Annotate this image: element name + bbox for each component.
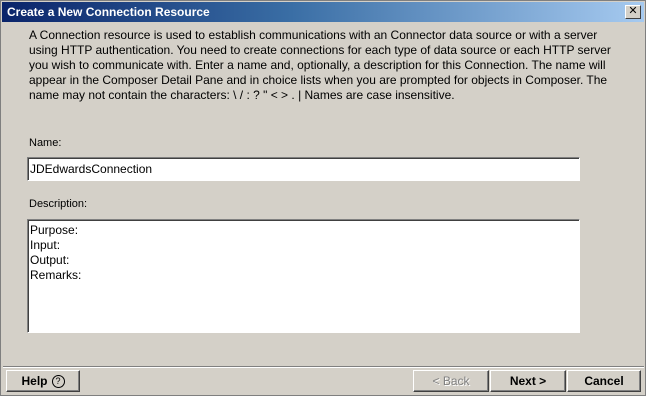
title-bar[interactable]: Create a New Connection Resource ✕ [2, 2, 644, 22]
close-icon[interactable]: ✕ [625, 5, 641, 19]
help-icon: ? [51, 375, 65, 389]
name-label: Name: [29, 137, 62, 149]
description-label: Description: [29, 198, 88, 210]
next-button[interactable]: Next > [490, 370, 566, 392]
help-button[interactable]: Help? [6, 370, 80, 392]
button-separator [3, 366, 644, 368]
window-title: Create a New Connection Resource [7, 5, 210, 19]
back-button[interactable]: < Back [413, 370, 489, 392]
cancel-button[interactable]: Cancel [567, 370, 641, 392]
description-textarea[interactable]: Purpose: Input: Output: Remarks: [27, 219, 580, 333]
name-input[interactable]: JDEdwardsConnection [27, 157, 580, 181]
help-button-label: Help [21, 374, 48, 388]
dialog-window: Create a New Connection Resource ✕ A Con… [0, 0, 646, 396]
intro-text: A Connection resource is used to establi… [29, 28, 611, 102]
